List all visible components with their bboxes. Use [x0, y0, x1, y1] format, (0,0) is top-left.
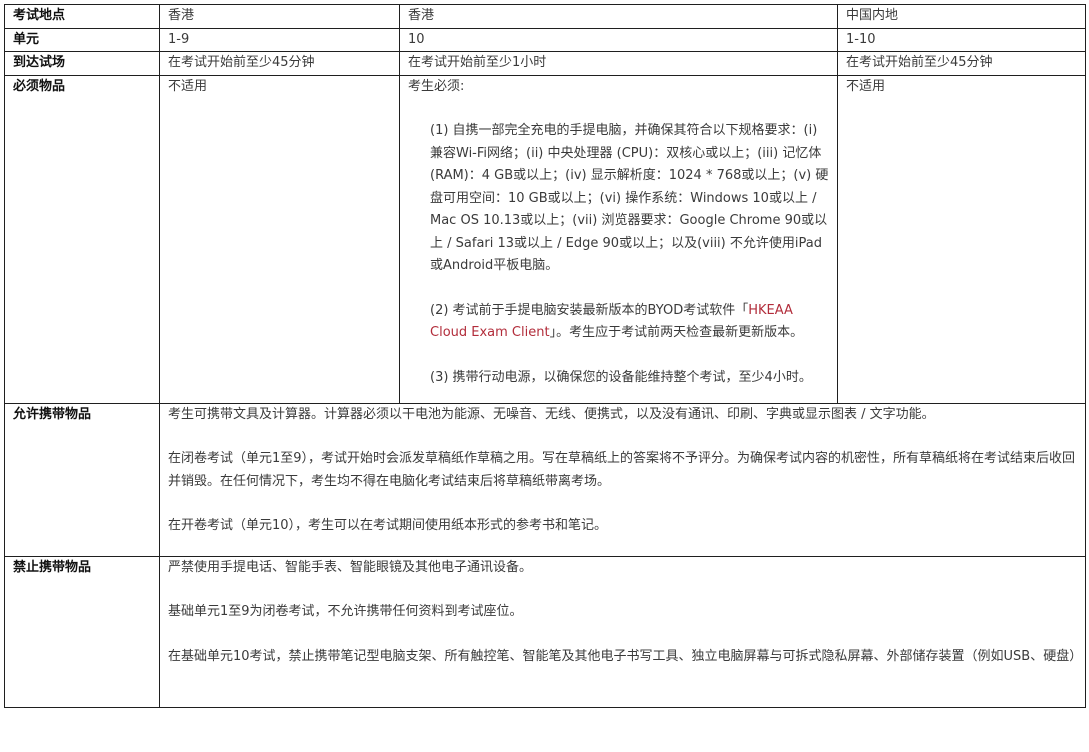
- required-item-2-after: 」。考生应于考试前两天检查最新更新版本。: [549, 325, 804, 340]
- venue-label: 考试地点: [4, 4, 160, 29]
- row-allowed: 允许携带物品 考生可携带文具及计算器。计算器必须以干电池为能源、无噪音、无线、便…: [4, 402, 1086, 557]
- required-list: (1) 自携一部完全充电的手提电脑，并确保其符合以下规格要求：(i) 兼容Wi-…: [408, 120, 829, 389]
- venue-col2: 香港: [399, 4, 838, 29]
- venue-col1: 香港: [159, 4, 400, 29]
- allowed-content: 考生可携带文具及计算器。计算器必须以干电池为能源、无噪音、无线、便携式，以及没有…: [159, 402, 1086, 557]
- venue-col3: 中国内地: [837, 4, 1086, 29]
- arrival-col1: 在考试开始前至少45分钟: [159, 51, 400, 76]
- required-intro: 考生必须:: [408, 78, 465, 94]
- banned-p1: 严禁使用手提电话、智能手表、智能眼镜及其他电子通讯设备。: [168, 559, 533, 575]
- required-label: 必须物品: [4, 74, 160, 404]
- unit-col1: 1-9: [159, 27, 400, 52]
- banned-label: 禁止携带物品: [4, 555, 160, 708]
- row-venue: 考试地点 香港 香港 中国内地: [4, 4, 1086, 29]
- unit-label: 单元: [4, 27, 160, 52]
- exam-requirements-table: 考试地点 香港 香港 中国内地 单元 1-9 10 1-10 到达试场 在考试开…: [4, 4, 1086, 708]
- row-arrival: 到达试场 在考试开始前至少45分钟 在考试开始前至少1小时 在考试开始前至少45…: [4, 51, 1086, 76]
- banned-content: 严禁使用手提电话、智能手表、智能眼镜及其他电子通讯设备。 基础单元1至9为闭卷考…: [159, 555, 1086, 708]
- unit-col2: 10: [399, 27, 838, 52]
- row-required: 必须物品 不适用 考生必须: (1) 自携一部完全充电的手提电脑，并确保其符合以…: [4, 74, 1086, 404]
- allowed-label: 允许携带物品: [4, 402, 160, 557]
- allowed-p3: 在开卷考试（单元10），考生可以在考试期间使用纸本形式的参考书和笔记。: [168, 518, 608, 533]
- required-item-2: (2) 考试前于手提电脑安装最新版本的BYOD考试软件「HKEAA Cloud …: [430, 300, 829, 345]
- row-banned: 禁止携带物品 严禁使用手提电话、智能手表、智能眼镜及其他电子通讯设备。 基础单元…: [4, 555, 1086, 708]
- banned-p2: 基础单元1至9为闭卷考试，不允许携带任何资料到考试座位。: [168, 604, 523, 619]
- required-col1: 不适用: [159, 74, 400, 404]
- unit-col3: 1-10: [837, 27, 1086, 52]
- required-col3: 不适用: [837, 74, 1086, 404]
- required-item-2-before: (2) 考试前于手提电脑安装最新版本的BYOD考试软件「: [430, 302, 749, 318]
- allowed-p1: 考生可携带文具及计算器。计算器必须以干电池为能源、无噪音、无线、便携式，以及没有…: [168, 406, 935, 422]
- exam-info-container: 考试地点 香港 香港 中国内地 单元 1-9 10 1-10 到达试场 在考试开…: [4, 4, 1086, 708]
- required-item-1: (1) 自携一部完全充电的手提电脑，并确保其符合以下规格要求：(i) 兼容Wi-…: [430, 123, 829, 273]
- row-unit: 单元 1-9 10 1-10: [4, 27, 1086, 52]
- required-col2: 考生必须: (1) 自携一部完全充电的手提电脑，并确保其符合以下规格要求：(i)…: [399, 74, 838, 404]
- banned-p3: 在基础单元10考试，禁止携带笔记型电脑支架、所有触控笔、智能笔及其他电子书写工具…: [168, 648, 1083, 664]
- arrival-label: 到达试场: [4, 51, 160, 76]
- arrival-col3: 在考试开始前至少45分钟: [837, 51, 1086, 76]
- arrival-col2: 在考试开始前至少1小时: [399, 51, 838, 76]
- required-item-3: (3) 携带行动电源，以确保您的设备能维持整个考试，至少4小时。: [430, 369, 812, 385]
- allowed-p2: 在闭卷考试（单元1至9），考试开始时会派发草稿纸作草稿之用。写在草稿纸上的答案将…: [168, 451, 1076, 489]
